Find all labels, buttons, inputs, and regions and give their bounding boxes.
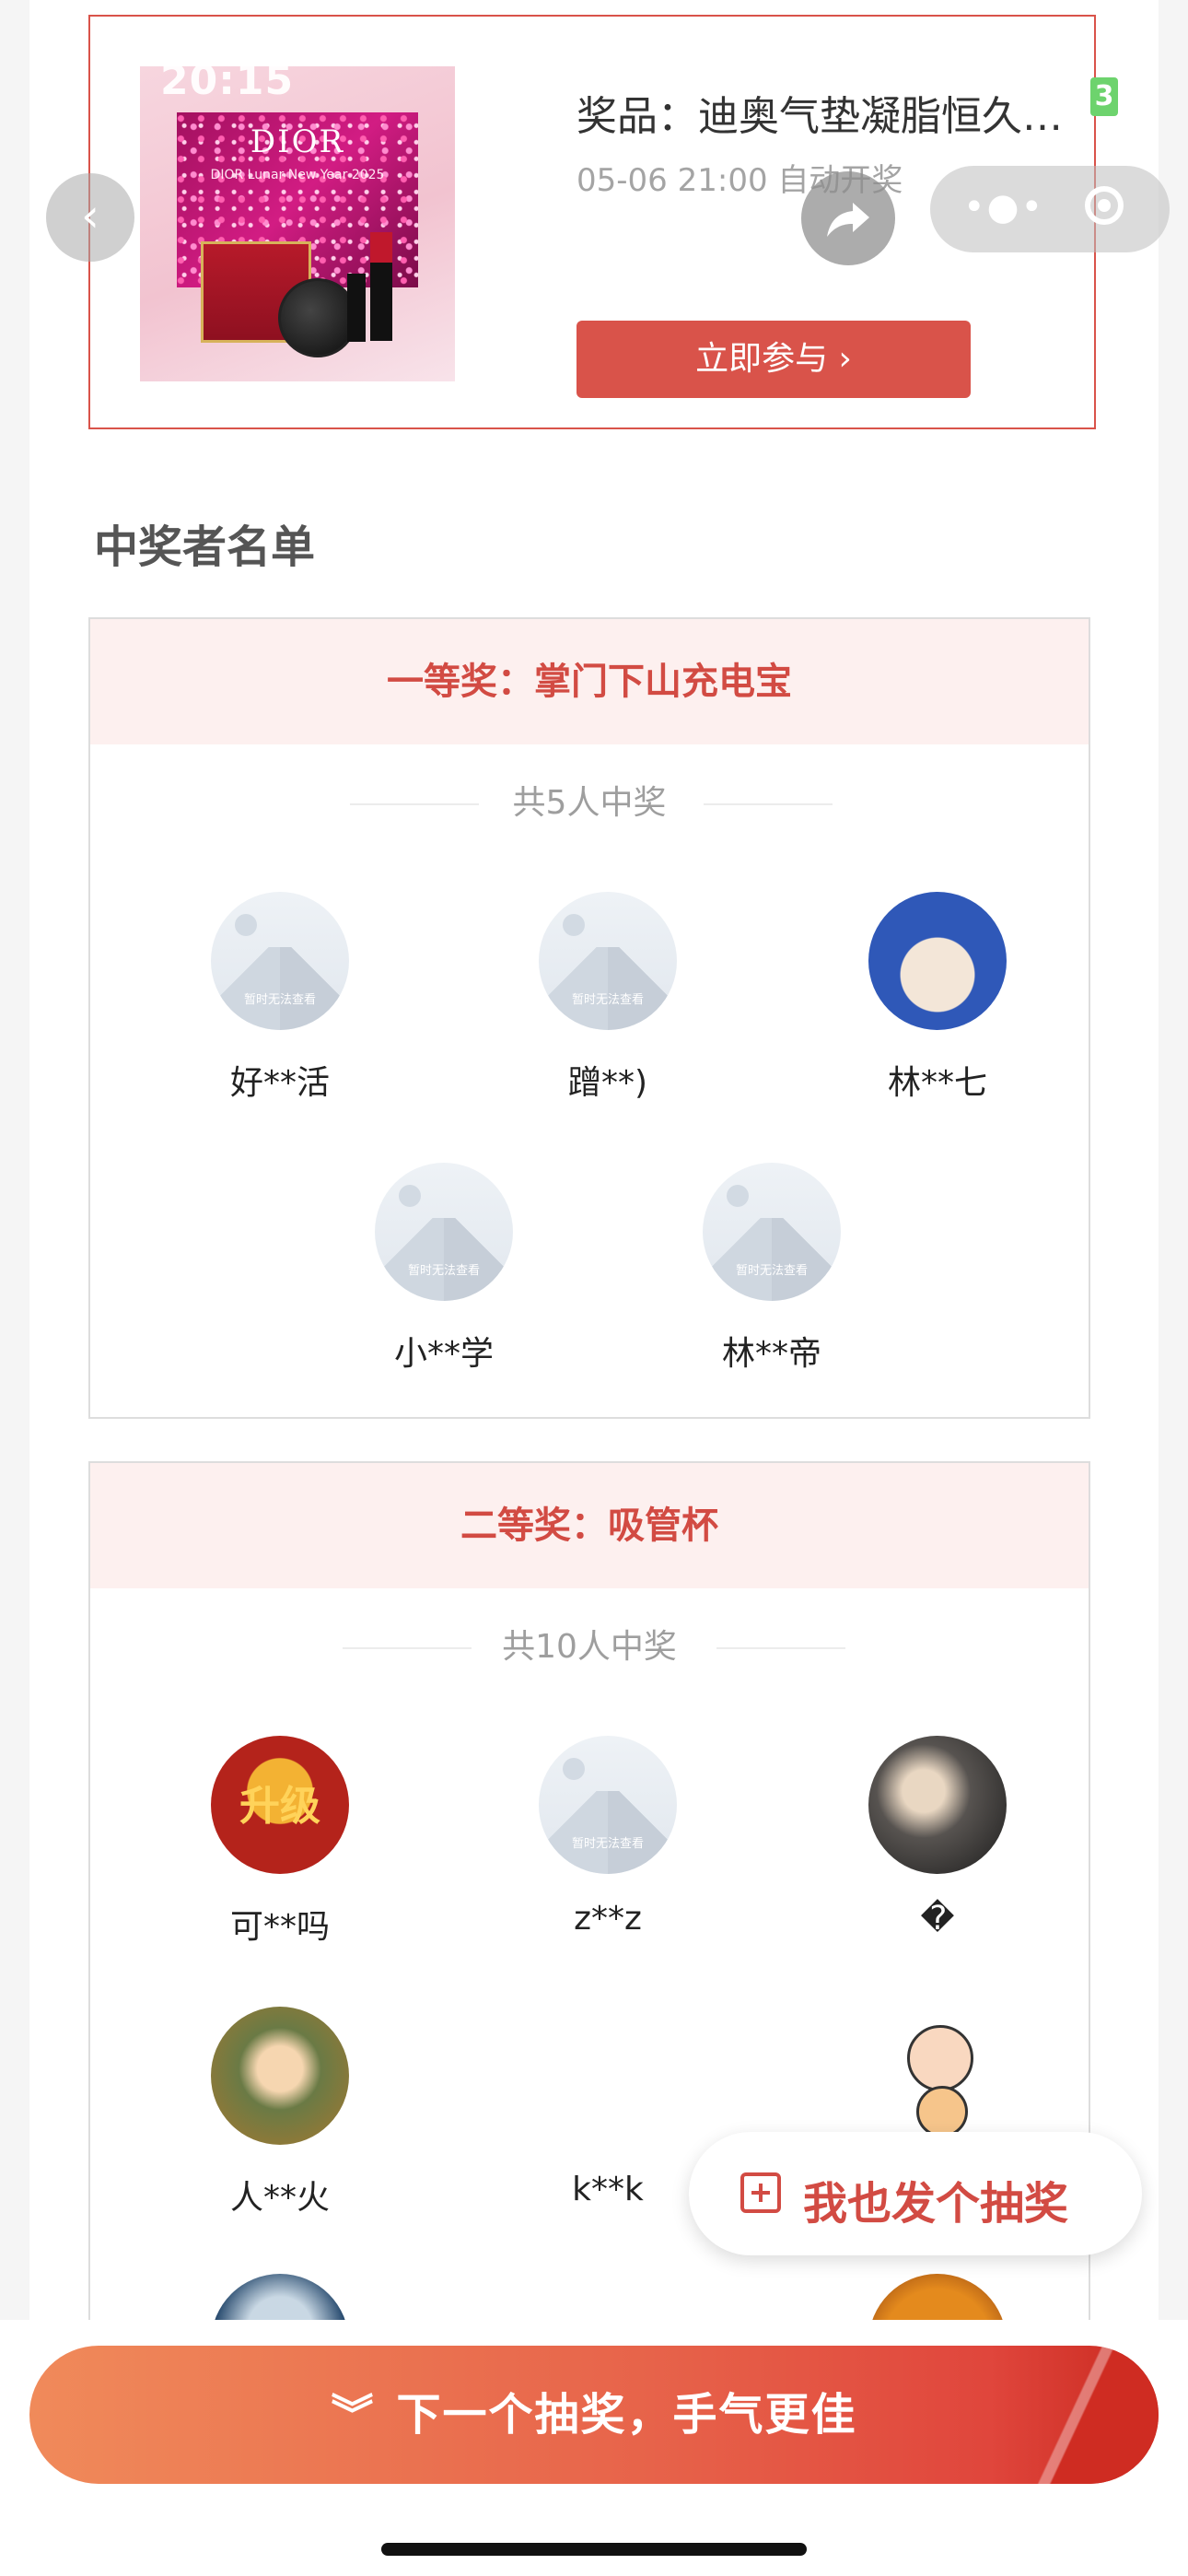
avatar: 升级 — [211, 1736, 349, 1874]
back-button[interactable]: ‹ — [46, 173, 134, 262]
divider-right — [704, 803, 833, 805]
winner-item[interactable]: 暂时无法查看 z**z — [470, 1736, 746, 1938]
plus-square-icon — [740, 2172, 781, 2213]
avatar: 暂时无法查看 — [539, 1736, 677, 1874]
placeholder-text: 暂时无法查看 — [407, 1264, 480, 1278]
status-time: 20:15 — [160, 57, 295, 104]
placeholder-text: 暂时无法查看 — [571, 993, 644, 1007]
prize-group-first: 一等奖：掌门下山充电宝 共5人中奖 暂时无法查看 好**活 暂时无法查看 蹭**… — [88, 617, 1090, 1419]
winner-item[interactable]: 暂时无法查看 好**活 — [142, 892, 418, 1104]
placeholder-sun — [563, 914, 585, 936]
share-icon — [827, 203, 869, 237]
placeholder-mountain — [539, 947, 677, 1030]
winner-name: 人**火 — [229, 2179, 330, 2217]
winner-count-text: 共10人中奖 — [502, 1628, 677, 1666]
winner-name: � — [920, 1900, 955, 1938]
prize-image-brand: DIOR — [250, 123, 345, 160]
avatar: 暂时无法查看 — [375, 1163, 513, 1301]
button-decoration — [1020, 2346, 1159, 2484]
divider-left — [350, 803, 479, 805]
next-lottery-button[interactable]: ︾ 下一个抽奖，手气更佳 — [29, 2346, 1159, 2484]
placeholder-mountain — [375, 1218, 513, 1301]
more-dots-icon[interactable]: •●• — [963, 186, 1044, 228]
winner-count: 共5人中奖 — [90, 785, 1089, 822]
placeholder-text: 暂时无法查看 — [735, 1264, 808, 1278]
winner-item[interactable]: 升级 可**吗 — [142, 1736, 418, 1948]
placeholder-text: 暂时无法查看 — [243, 993, 316, 1007]
avatar — [868, 2007, 1007, 2145]
avatar — [868, 1736, 1007, 1874]
avatar — [211, 2007, 349, 2145]
placeholder-sun — [563, 1758, 585, 1780]
avatar-text: 升级 — [239, 1783, 320, 1830]
placeholder-sun — [727, 1185, 749, 1207]
placeholder-mountain — [703, 1218, 841, 1301]
prize-title: 奖品：迪奥气垫凝脂恒久… — [577, 93, 1063, 140]
cushion-compact — [278, 278, 357, 357]
prize-group-header: 二等奖：吸管杯 — [90, 1463, 1089, 1588]
winner-name: z**z — [574, 1900, 642, 1938]
winners-title: 中奖者名单 — [94, 521, 316, 573]
avatar: 暂时无法查看 — [703, 1163, 841, 1301]
winner-item[interactable]: � — [799, 1736, 1076, 1938]
winner-name: 林**帝 — [721, 1335, 821, 1373]
winner-item[interactable]: 暂时无法查看 小**学 — [306, 1163, 582, 1375]
mini-program-capsule[interactable]: •●• — [930, 166, 1170, 252]
create-lottery-button[interactable]: 我也发个抽奖 — [689, 2132, 1142, 2255]
winner-name: 好**活 — [229, 1064, 330, 1102]
placeholder-sun — [235, 914, 257, 936]
winner-count: 共10人中奖 — [90, 1629, 1089, 1666]
next-lottery-label: 下一个抽奖，手气更佳 — [396, 2389, 857, 2441]
winner-name: 小**学 — [393, 1335, 494, 1373]
winner-name: 可**吗 — [229, 1908, 330, 1946]
placeholder-sun — [399, 1185, 421, 1207]
home-indicator[interactable] — [381, 2543, 807, 2556]
double-chevron-down-icon: ︾ — [331, 2390, 374, 2440]
winner-count-text: 共5人中奖 — [512, 784, 667, 822]
placeholder-mountain — [211, 947, 349, 1030]
placeholder-mountain — [539, 1791, 677, 1874]
chevron-left-icon: ‹ — [81, 189, 99, 242]
create-lottery-label: 我也发个抽奖 — [803, 2178, 1069, 2230]
prize-image[interactable]: DIOR DIOR Lunar New Year 2025 — [140, 66, 455, 381]
prize-badge: 3 — [1090, 77, 1118, 116]
divider-left — [343, 1647, 472, 1649]
winner-item[interactable]: 林**七 — [799, 892, 1076, 1104]
lipstick — [370, 232, 392, 341]
winner-item[interactable]: 暂时无法查看 蹭**) — [470, 892, 746, 1104]
avatar — [868, 892, 1007, 1030]
cartoon-face — [907, 2025, 973, 2091]
winner-name: 蹭**) — [567, 1064, 648, 1102]
prize-image-subtitle: DIOR Lunar New Year 2025 — [210, 168, 385, 182]
lipstick-cap — [347, 274, 366, 342]
prize-group-header: 一等奖：掌门下山充电宝 — [90, 619, 1089, 744]
join-button[interactable]: 立即参与 › — [577, 321, 971, 398]
placeholder-text: 暂时无法查看 — [571, 1837, 644, 1851]
cartoon-face-small — [916, 2086, 968, 2137]
winner-item[interactable]: 人**火 — [142, 2007, 418, 2219]
avatar: 暂时无法查看 — [211, 892, 349, 1030]
winner-name: 林**七 — [887, 1064, 987, 1102]
divider-right — [716, 1647, 845, 1649]
avatar: 暂时无法查看 — [539, 892, 677, 1030]
target-icon[interactable] — [1085, 186, 1124, 225]
winner-item[interactable]: 暂时无法查看 林**帝 — [634, 1163, 910, 1375]
share-button[interactable] — [801, 171, 895, 265]
